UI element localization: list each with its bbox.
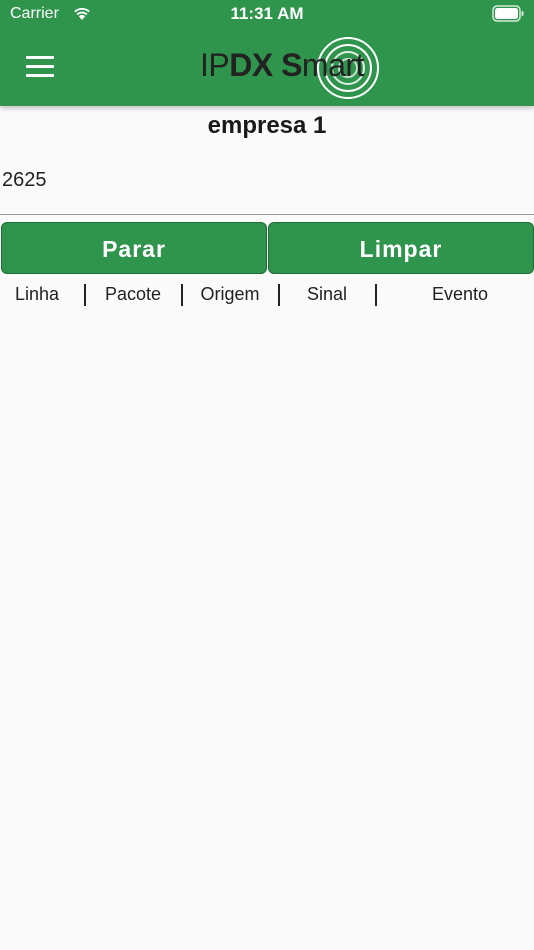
column-separator — [84, 284, 86, 306]
column-header-linha: Linha — [14, 284, 60, 304]
column-separator — [181, 284, 183, 306]
app-screen: Carrier 11:31 AM IPDX Smart empresa 1 26… — [0, 0, 534, 950]
status-time: 11:31 AM — [230, 4, 304, 23]
column-header-sinal: Sinal — [306, 284, 348, 304]
column-header-origem: Origem — [200, 284, 260, 304]
battery-icon — [492, 5, 524, 22]
logo-text: IPDX Smart — [200, 47, 364, 83]
table-header: Linha Pacote Origem Sinal Evento — [0, 282, 534, 308]
column-separator — [375, 284, 377, 306]
value-text: 2625 — [2, 169, 47, 191]
status-bar: Carrier 11:31 AM — [0, 0, 534, 30]
app-logo: IPDX Smart — [198, 35, 388, 101]
column-header-evento: Evento — [431, 284, 489, 304]
value-field[interactable]: 2625 — [0, 166, 534, 215]
menu-icon[interactable] — [26, 56, 54, 78]
column-header-pacote: Pacote — [104, 284, 162, 304]
column-separator — [278, 284, 280, 306]
company-title: empresa 1 — [207, 112, 327, 139]
stop-button[interactable]: Parar — [1, 222, 267, 274]
app-header: Carrier 11:31 AM IPDX Smart — [0, 0, 534, 106]
clear-button[interactable]: Limpar — [268, 222, 534, 274]
